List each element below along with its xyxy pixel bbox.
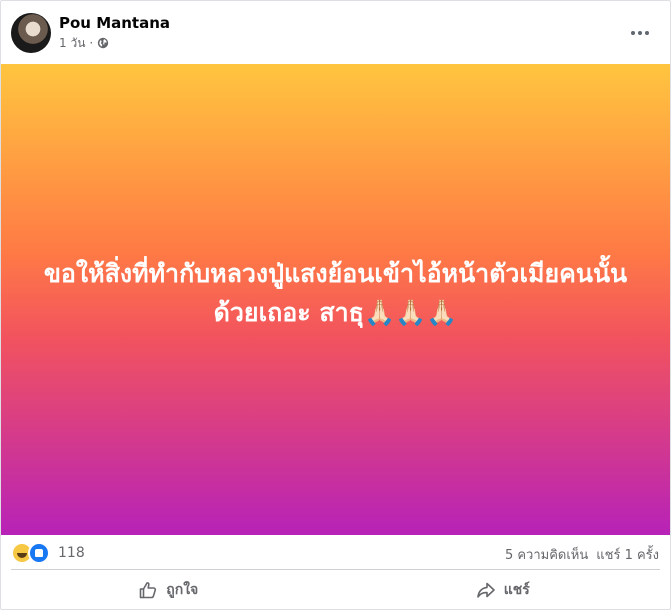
author-avatar[interactable] xyxy=(11,13,51,53)
more-dot xyxy=(638,31,642,35)
share-count-link[interactable]: แชร์ 1 ครั้ง xyxy=(596,544,659,565)
post-header: Pou Mantana 1 วัน · xyxy=(1,1,670,64)
share-arrow-icon xyxy=(476,582,495,598)
engagement-counts: 5 ความคิดเห็น แชร์ 1 ครั้ง xyxy=(505,544,659,565)
like-button-label: ถูกใจ xyxy=(166,582,199,598)
like-button[interactable]: ถูกใจ xyxy=(1,571,336,609)
comment-count-link[interactable]: 5 ความคิดเห็น xyxy=(505,544,588,565)
more-dot xyxy=(645,31,649,35)
post-time[interactable]: 1 วัน xyxy=(59,34,85,53)
author-name[interactable]: Pou Mantana xyxy=(59,14,170,32)
globe-icon[interactable] xyxy=(97,37,109,49)
post-stats: 118 5 ความคิดเห็น แชร์ 1 ครั้ง xyxy=(1,535,670,568)
reaction-count: 118 xyxy=(58,545,85,561)
more-options-button[interactable] xyxy=(624,19,656,47)
post-background: ขอให้สิ่งที่ทำกับหลวงปู่แสงย้อนเข้าไอ้หน… xyxy=(1,64,670,535)
meta-separator: · xyxy=(89,36,94,50)
more-horizontal-icon xyxy=(631,31,635,35)
reactions-summary[interactable]: 118 xyxy=(11,542,85,564)
share-button-label: แชร์ xyxy=(503,582,530,598)
share-button[interactable]: แชร์ xyxy=(336,571,671,609)
thumbs-up-icon xyxy=(139,582,157,599)
post-text: ขอให้สิ่งที่ทำกับหลวงปู่แสงย้อนเข้าไอ้หน… xyxy=(43,259,628,327)
like-icon xyxy=(28,542,50,564)
post-actions: ถูกใจ แชร์ xyxy=(1,571,670,609)
post-card: Pou Mantana 1 วัน · ขอให้สิ่งที่ทำกับหลว… xyxy=(0,0,671,610)
stats-divider xyxy=(11,569,660,570)
post-meta: 1 วัน · xyxy=(59,35,109,51)
